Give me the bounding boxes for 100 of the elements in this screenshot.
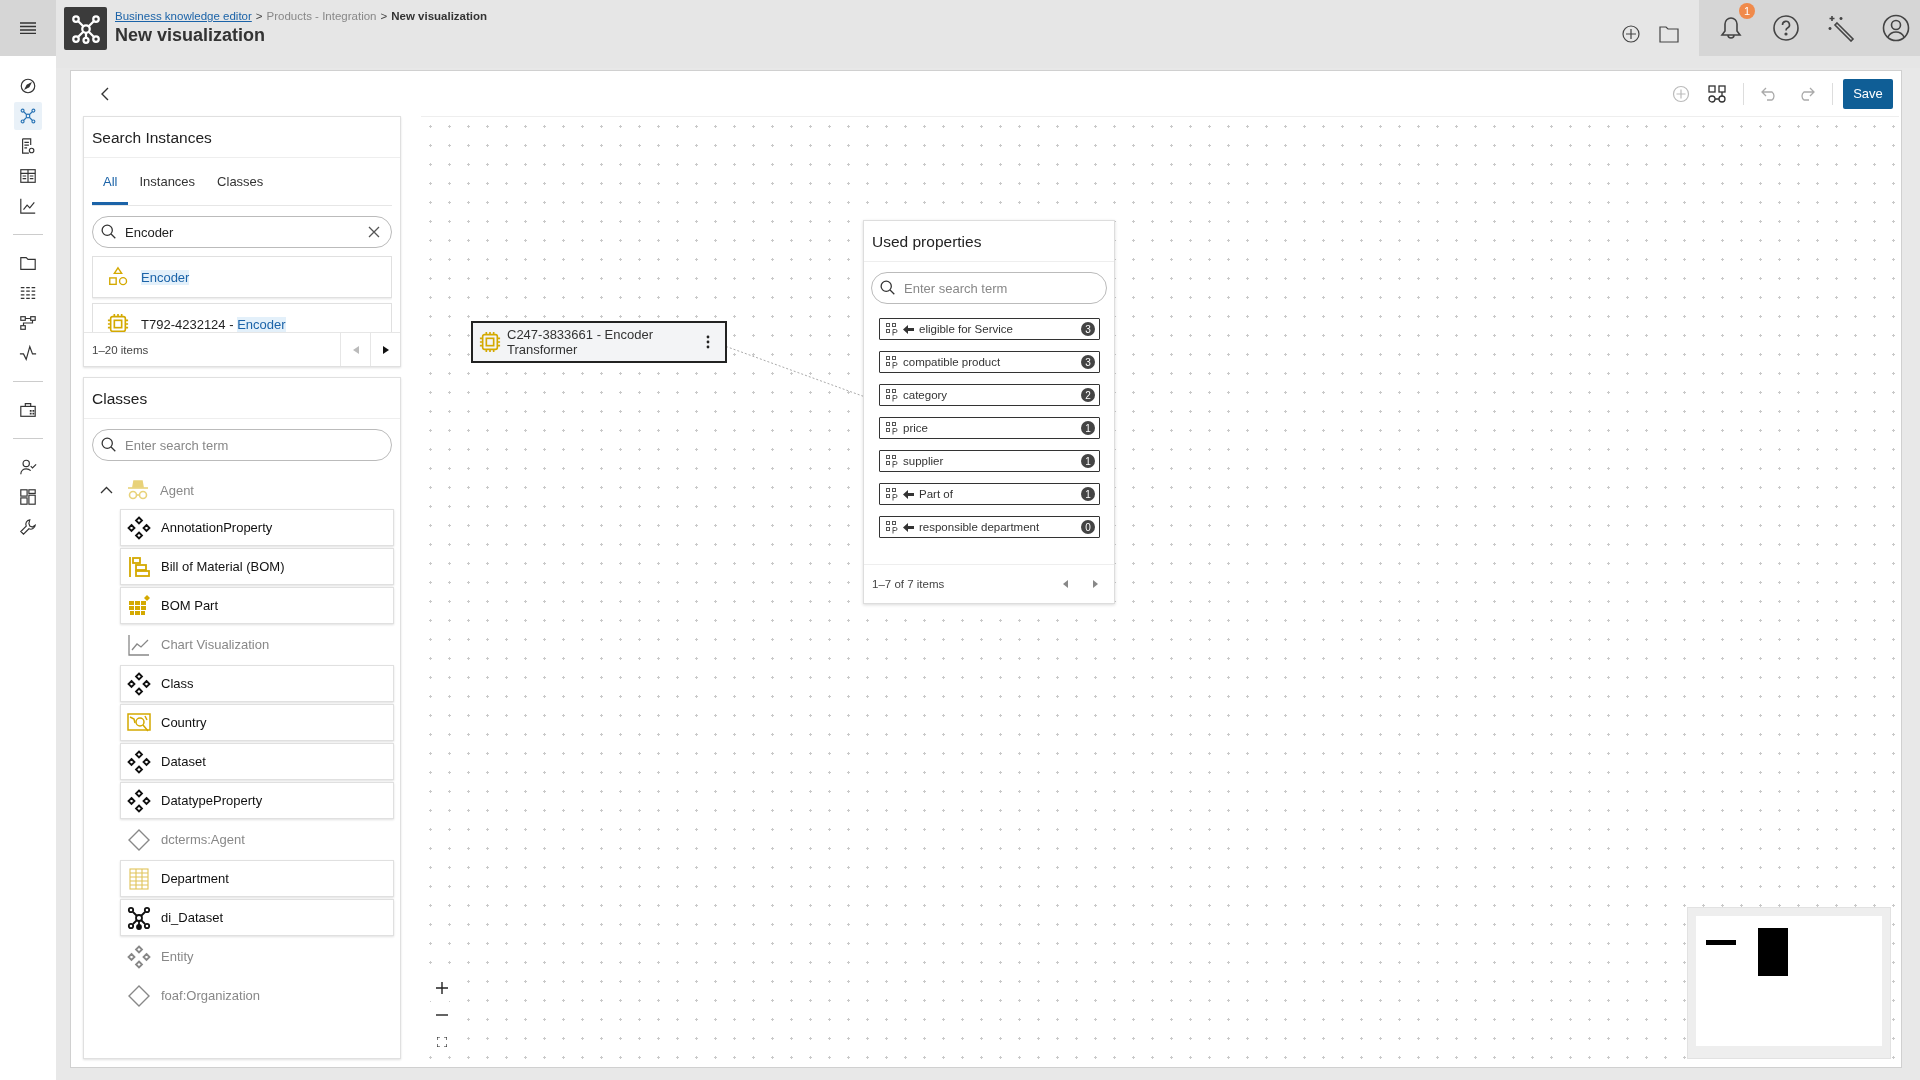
property-icon: [886, 388, 898, 402]
app-logo: [64, 7, 107, 50]
property-icon: [886, 355, 898, 369]
class-item[interactable]: foaf:Organization: [120, 977, 394, 1014]
panel-title: Classes: [84, 378, 400, 419]
menu-button[interactable]: [0, 0, 56, 56]
wrench-icon: [19, 518, 37, 536]
triangle-left-icon: [352, 345, 359, 354]
chevron-up-icon: [99, 486, 113, 494]
property-item[interactable]: compatible product 3: [879, 351, 1100, 373]
count-badge: 2: [1081, 388, 1095, 402]
shapes-icon: [107, 266, 129, 288]
property-label: Part of: [919, 488, 953, 500]
department-icon: [127, 866, 151, 891]
widgets-icon: [19, 488, 37, 506]
class-item[interactable]: Dataset: [120, 743, 394, 780]
property-icon: [886, 520, 898, 534]
property-icon: [886, 454, 898, 468]
tab[interactable]: Instances: [128, 162, 207, 205]
class-item[interactable]: AnnotationProperty: [120, 509, 394, 546]
class-item[interactable]: Agent: [126, 471, 394, 509]
minus-icon: [436, 1014, 448, 1016]
tab[interactable]: Classes: [206, 162, 275, 205]
user-icon: [1882, 14, 1910, 42]
property-item[interactable]: category 2: [879, 384, 1100, 406]
chart-icon: [19, 197, 37, 215]
agent-icon: [126, 478, 150, 502]
property-label: eligible for Service: [919, 323, 1013, 335]
panel-title: Used properties: [864, 221, 1114, 262]
save-button[interactable]: Save: [1843, 78, 1893, 109]
class-item[interactable]: Chart Visualization: [120, 626, 394, 663]
folder-icon: [1659, 25, 1679, 43]
minimap[interactable]: [1687, 907, 1891, 1059]
property-icon: [886, 322, 898, 336]
page-title: New visualization: [115, 25, 267, 46]
breadcrumb-item: Products - Integration: [266, 10, 377, 22]
property-item[interactable]: supplier 1: [879, 450, 1100, 472]
count-badge: 0: [1081, 520, 1095, 534]
diamonds-icon: [127, 788, 151, 813]
briefcase-icon: [19, 401, 37, 419]
class-item[interactable]: Country: [120, 704, 394, 741]
breadcrumb-link[interactable]: Business knowledge editor: [115, 10, 252, 22]
count-badge: 1: [1081, 487, 1095, 501]
triangle-right-icon: [1092, 580, 1098, 588]
search-field[interactable]: Encoder: [92, 216, 392, 248]
breadcrumb-separator: >: [255, 10, 263, 22]
filters-icon: [19, 284, 37, 302]
plus-icon: [436, 982, 448, 994]
triangle-right-icon: [382, 345, 389, 354]
diamonds-icon: [127, 515, 151, 540]
tab[interactable]: All: [92, 162, 129, 205]
property-item[interactable]: price 1: [879, 417, 1100, 439]
class-item[interactable]: Entity: [120, 938, 394, 975]
user-check-icon: [19, 458, 37, 476]
search-field[interactable]: Enter search term: [871, 272, 1107, 304]
breadcrumb-separator: >: [380, 10, 388, 22]
chevron-left-icon: [100, 86, 110, 101]
property-label: price: [903, 422, 928, 434]
add-icon: [1621, 24, 1641, 44]
class-item[interactable]: dcterms:Agent: [120, 821, 394, 858]
property-item[interactable]: Part of 1: [879, 483, 1100, 505]
help-icon: [1772, 14, 1800, 42]
count-badge: 3: [1081, 322, 1095, 336]
folder-icon: [19, 254, 37, 272]
network-icon: [19, 107, 37, 125]
count-badge: 3: [1081, 355, 1095, 369]
node-label: C247-3833661 - Encoder Transformer: [507, 327, 654, 357]
search-icon: [100, 436, 117, 453]
property-item[interactable]: responsible department 0: [879, 516, 1100, 538]
pagination-info: 1–20 items: [91, 343, 149, 356]
class-item[interactable]: Bill of Material (BOM): [120, 548, 394, 585]
chart-icon: [127, 632, 151, 657]
class-item[interactable]: Department: [120, 860, 394, 897]
table-icon: [19, 167, 37, 185]
class-item[interactable]: Class: [120, 665, 394, 702]
search-icon: [100, 223, 117, 240]
class-item[interactable]: DatatypeProperty: [120, 782, 394, 819]
more-icon: [706, 335, 710, 349]
count-badge: 1: [1081, 421, 1095, 435]
result-label: Encoder: [141, 269, 190, 285]
pagination-info: 1–7 of 7 items: [871, 578, 946, 590]
diamonds-icon: [127, 749, 151, 774]
search-icon: [879, 279, 896, 296]
bell-icon: [1718, 14, 1744, 42]
property-icon: [886, 487, 898, 501]
nodes-icon: [1708, 84, 1726, 103]
search-field[interactable]: Enter search term: [92, 429, 392, 461]
property-label: category: [903, 389, 948, 401]
diamonds-icon: [127, 671, 151, 696]
property-item[interactable]: eligible for Service 3: [879, 318, 1100, 340]
chip-icon: [107, 313, 129, 332]
count-badge: 1: [1081, 454, 1095, 468]
result-item[interactable]: T792-4232124 - Encoder: [92, 303, 392, 332]
class-item[interactable]: BOM Part: [120, 587, 394, 624]
graph-node[interactable]: C247-3833661 - Encoder Transformer: [471, 321, 727, 363]
class-item[interactable]: di_Dataset: [120, 899, 394, 936]
add-icon: [1672, 84, 1690, 103]
diamond-icon: [127, 827, 151, 852]
result-item[interactable]: Encoder: [92, 256, 392, 298]
magic-wand-icon: [1827, 14, 1855, 42]
